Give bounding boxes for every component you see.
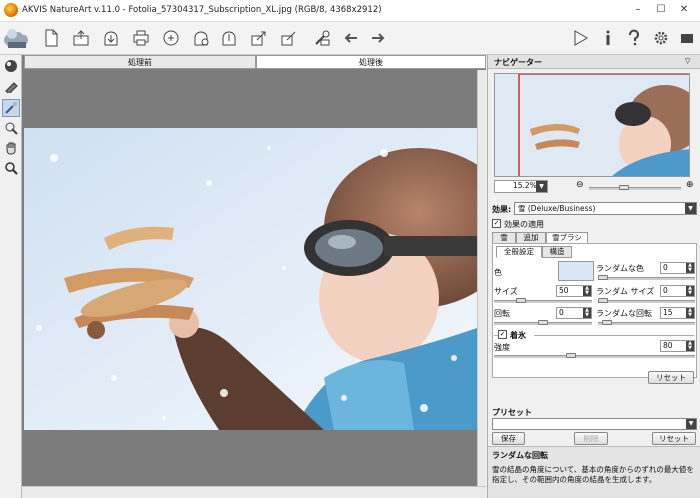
zoom-out-icon[interactable]: ⊖: [576, 181, 584, 190]
hand-icon[interactable]: [2, 139, 20, 157]
zoom-value: 15.2%: [513, 181, 537, 190]
strength-slider[interactable]: [494, 353, 695, 358]
tab-before[interactable]: 処理前: [24, 55, 256, 69]
navigator-preview[interactable]: [494, 73, 690, 177]
share-icon[interactable]: [160, 27, 182, 49]
icing-checkbox[interactable]: ✓: [498, 330, 507, 339]
save-preset-button[interactable]: 保存: [492, 432, 525, 445]
color-swatch[interactable]: [558, 261, 594, 281]
size-label: サイズ: [494, 287, 518, 296]
settings-wrench-icon[interactable]: [311, 27, 333, 49]
zoom-in-icon[interactable]: ⊕: [686, 181, 694, 190]
effect-value: 雪 (Deluxe/Business): [518, 204, 596, 213]
effect-select[interactable]: 雪 (Deluxe/Business) ▼: [514, 202, 697, 215]
random-rotation-slider[interactable]: [598, 320, 695, 325]
zoom-icon[interactable]: [2, 159, 20, 177]
apply-effect-checkbox[interactable]: ✓: [492, 219, 501, 228]
random-size-input[interactable]: 0 ▲ ▼: [660, 285, 695, 297]
size-slider[interactable]: [494, 298, 592, 303]
hint-panel: ランダムな回転 雪の結晶の角度について、基本の角度からのずれの最大値を指定し、そ…: [488, 446, 700, 498]
random-rotation-label: ランダムな回転: [596, 309, 652, 318]
undo-icon[interactable]: [340, 27, 362, 49]
vertical-scrollbar[interactable]: [477, 70, 486, 486]
gear-icon[interactable]: [650, 27, 672, 49]
navigator-header: ナビゲーター ▽: [488, 55, 700, 69]
collapse-icon[interactable]: ▽: [685, 57, 690, 65]
tools-panel: [0, 55, 22, 498]
hint-text: 雪の結晶の角度について、基本の角度からのずれの最大値を指定し、その範囲内の角度の…: [492, 465, 694, 484]
canvas-image[interactable]: [24, 128, 477, 430]
strength-input[interactable]: 80 ▲ ▼: [660, 340, 695, 352]
settings-panel: ナビゲーター ▽ 15.2% ▼ ⊖ ⊕ 効果: 雪 (Deluxe/Busin…: [487, 55, 700, 498]
apply-effect-label: 効果の適用: [504, 220, 544, 229]
strength-value: 80: [663, 341, 673, 350]
zoom-slider[interactable]: [589, 185, 681, 190]
icing-label: 着氷: [510, 331, 526, 340]
preset-label: プリセット: [492, 408, 532, 417]
save-icon[interactable]: [100, 27, 122, 49]
random-size-slider[interactable]: [598, 298, 695, 303]
rotation-label: 回転: [494, 309, 510, 318]
random-color-slider[interactable]: [598, 275, 695, 280]
rotation-input[interactable]: 0 ▲ ▼: [556, 307, 592, 319]
reset-button[interactable]: リセット: [648, 371, 694, 384]
info-icon[interactable]: [597, 27, 619, 49]
notifications-icon[interactable]: [676, 27, 698, 49]
eraser-icon[interactable]: [2, 77, 20, 95]
color-label: 色: [494, 268, 502, 277]
maximize-button[interactable]: ☐: [651, 2, 671, 18]
toolbar: [0, 22, 700, 55]
logo-icon: [2, 24, 32, 52]
random-size-value: 0: [663, 286, 668, 295]
import-icon[interactable]: [218, 27, 240, 49]
hint-title: ランダムな回転: [492, 451, 548, 460]
redo-icon[interactable]: [367, 27, 389, 49]
size-value: 50: [559, 286, 569, 295]
run-icon[interactable]: [569, 27, 591, 49]
random-color-label: ランダムな色: [596, 264, 644, 273]
close-button[interactable]: ✕: [674, 2, 694, 18]
title-bar: AKVIS NatureArt v.11.0 - Fotolia_5730431…: [0, 0, 700, 22]
random-color-value: 0: [663, 263, 668, 272]
random-color-input[interactable]: 0 ▲ ▼: [660, 262, 695, 274]
help-icon[interactable]: [623, 27, 645, 49]
tab-general[interactable]: 全般設定: [496, 246, 542, 258]
export-icon[interactable]: [248, 27, 270, 49]
delete-preset-button[interactable]: 削除: [574, 432, 608, 445]
open-icon[interactable]: [70, 27, 92, 49]
random-size-label: ランダム サイズ: [596, 287, 655, 296]
window-title: AKVIS NatureArt v.11.0 - Fotolia_5730431…: [22, 5, 382, 15]
print-icon[interactable]: [130, 27, 152, 49]
navigator-title: ナビゲーター: [494, 58, 542, 67]
export-alt-icon[interactable]: [278, 27, 300, 49]
history-brush-icon[interactable]: [2, 119, 20, 137]
tab-after[interactable]: 処理後: [256, 55, 486, 69]
rotation-slider[interactable]: [494, 320, 592, 325]
random-rotation-value: 15: [663, 308, 673, 317]
new-icon[interactable]: [40, 27, 62, 49]
effect-label: 効果:: [492, 205, 512, 214]
app-logo-icon: [4, 3, 18, 17]
rotation-value: 0: [559, 308, 564, 317]
divider: [534, 335, 694, 336]
minimize-button[interactable]: –: [628, 2, 648, 18]
tab-structure[interactable]: 構造: [542, 246, 572, 258]
zoom-dropdown[interactable]: 15.2% ▼: [494, 180, 548, 193]
reset-preset-button[interactable]: リセット: [652, 432, 696, 445]
size-input[interactable]: 50 ▲ ▼: [556, 285, 592, 297]
snow-brush-icon[interactable]: [2, 99, 20, 117]
batch-icon[interactable]: [190, 27, 212, 49]
horizontal-scrollbar[interactable]: [22, 486, 486, 498]
brush-preview-icon[interactable]: [2, 57, 20, 75]
preset-select[interactable]: ▼: [492, 418, 697, 430]
strength-label: 強度: [494, 343, 510, 352]
random-rotation-input[interactable]: 15 ▲ ▼: [660, 307, 695, 319]
